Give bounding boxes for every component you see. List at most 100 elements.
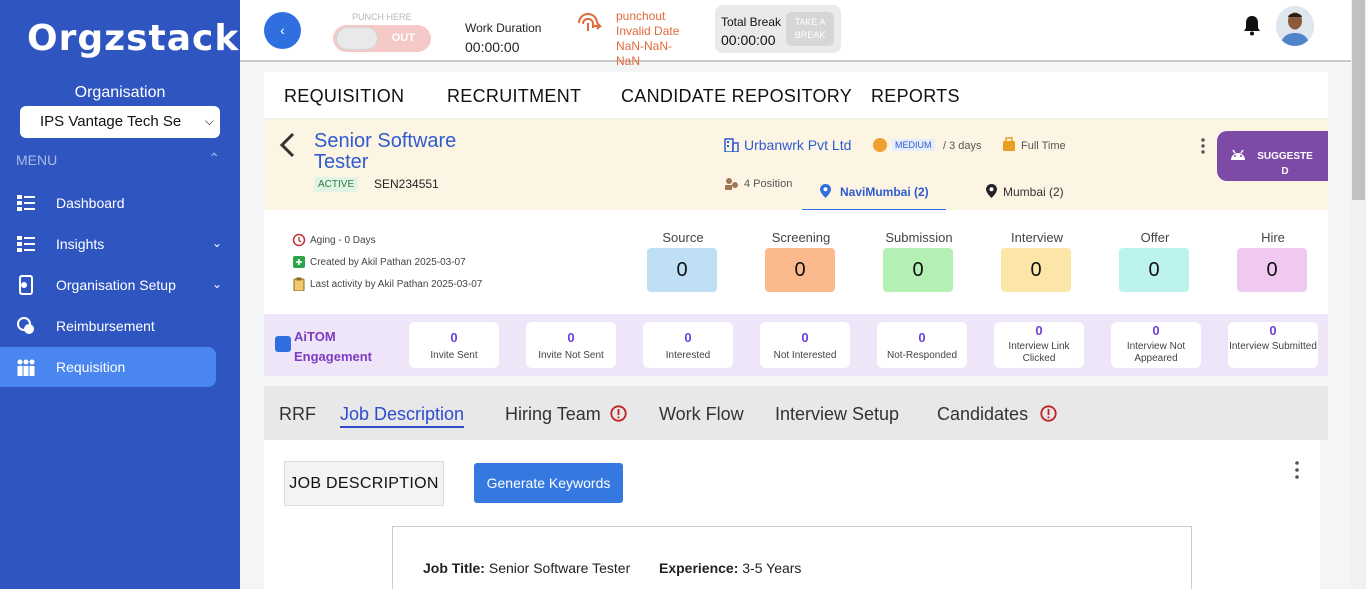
sidebar-item-label: Organisation Setup <box>56 277 176 293</box>
menu-header[interactable]: MENU ⌃ <box>16 150 224 168</box>
engagement-count: 0 <box>567 330 575 345</box>
engagement-card-not-interested[interactable]: 0 Not Interested <box>760 322 850 368</box>
tab-location-mumbai[interactable]: Mumbai (2) <box>982 175 1102 211</box>
stage-count: 0 <box>765 248 835 292</box>
stage-offer[interactable]: Offer 0 <box>1119 230 1191 292</box>
engagement-label: Not-Responded <box>886 350 958 361</box>
engagement-card-interview-link-clicked[interactable]: 0 Interview Link Clicked <box>994 322 1084 368</box>
engagement-card-interview-not-appeared[interactable]: 0 Interview Not Appeared <box>1111 322 1201 368</box>
stage-label: Offer <box>1140 230 1170 245</box>
more-options-icon[interactable] <box>1200 137 1206 155</box>
bell-icon[interactable] <box>1242 14 1262 36</box>
building-icon <box>724 138 739 152</box>
engagement-title: AiTOM Engagement <box>294 327 372 367</box>
more-options-icon[interactable] <box>1294 460 1300 480</box>
engagement-panel: AiTOM Engagement 0 Invite Sent 0 Invite No… <box>264 314 1328 376</box>
avatar[interactable] <box>1276 6 1314 46</box>
sub-tabs: RRF Job Description Hiring Team Work Flo… <box>264 386 1328 440</box>
nav-candidate-repository[interactable]: CANDIDATE REPOSITORY <box>621 86 852 107</box>
experience-field: Experience: 3-5 Years <box>659 560 801 576</box>
tab-job-description[interactable]: Job Description <box>340 404 465 428</box>
menu-label: MENU <box>16 152 58 168</box>
experience-label: Experience: <box>659 560 739 576</box>
chevron-up-icon: ⌃ <box>208 150 220 166</box>
punchout-info: punchout Invalid Date NaN-NaN- NaN <box>616 9 679 69</box>
tab-work-flow[interactable]: Work Flow <box>659 404 744 425</box>
requisition-icon <box>17 359 35 376</box>
sidebar: Orgzstack Organisation IPS Vantage Tech … <box>0 0 240 589</box>
sidebar-item-label: Requisition <box>56 359 126 375</box>
stage-interview[interactable]: Interview 0 <box>1001 230 1073 292</box>
take-a-break-button[interactable]: TAKE A BREAK <box>786 12 834 46</box>
created-text: Created by Akil Pathan 2025-03-07 <box>310 257 466 268</box>
clipboard-icon <box>293 277 305 291</box>
job-description-document: Job Title: Senior Software Tester Experi… <box>392 526 1192 589</box>
sidebar-item-label: Insights <box>56 236 105 252</box>
engagement-card-invite-not-sent[interactable]: 0 Invite Not Sent <box>526 322 616 368</box>
engagement-label: Interview Not Appeared <box>1126 341 1186 364</box>
map-pin-icon <box>986 184 997 198</box>
suggested-button[interactable]: SUGGESTE D <box>1217 131 1328 181</box>
tab-location-navimumbai[interactable]: NaviMumbai (2) <box>802 175 946 211</box>
sidebar-item-dashboard[interactable]: Dashboard <box>0 183 216 223</box>
tab-rrf[interactable]: RRF <box>279 404 316 425</box>
sidebar-item-reimbursement[interactable]: Reimbursement <box>0 306 216 346</box>
toggle-knob <box>336 27 378 50</box>
employment-type: Full Time <box>1021 140 1066 152</box>
job-description-button[interactable]: JOB DESCRIPTION <box>284 461 444 506</box>
engagement-card-interview-submitted[interactable]: 0 Interview Submitted <box>1228 322 1318 368</box>
briefcase-icon <box>1003 137 1015 151</box>
sidebar-item-label: Dashboard <box>56 195 125 211</box>
job-header: Senior Software Tester ACTIVE SEN234551 … <box>264 118 1328 211</box>
engagement-card-interested[interactable]: 0 Interested <box>643 322 733 368</box>
tab-interview-setup[interactable]: Interview Setup <box>775 404 899 425</box>
stage-label: Hire <box>1261 230 1285 245</box>
clock-icon <box>292 233 306 247</box>
stage-submission[interactable]: Submission 0 <box>883 230 955 292</box>
engagement-count: 0 <box>1035 323 1043 338</box>
engagement-card-invite-sent[interactable]: 0 Invite Sent <box>409 322 499 368</box>
scrollbar-thumb[interactable] <box>1352 0 1365 200</box>
stats-panel: Aging - 0 Days Created by Akil Pathan 20… <box>264 210 1328 314</box>
sidebar-item-requisition[interactable]: Requisition <box>0 347 216 387</box>
job-description-content: JOB DESCRIPTION Generate Keywords Job Ti… <box>264 440 1320 589</box>
chevron-down-icon: ⌄ <box>211 277 222 291</box>
brand-logo[interactable]: Orgzstack <box>27 18 239 59</box>
punch-toggle[interactable]: OUT <box>333 25 431 52</box>
take-break-label: BREAK <box>794 30 826 40</box>
collapse-sidebar-button[interactable]: ‹ <box>264 12 301 49</box>
engagement-label: Interested <box>665 350 711 361</box>
page-scrollbar[interactable] <box>1351 0 1366 589</box>
suggested-label: D <box>1281 166 1289 177</box>
engagement-title-line: Engagement <box>294 349 373 364</box>
stage-source[interactable]: Source 0 <box>647 230 719 292</box>
engagement-count: 0 <box>918 330 926 345</box>
job-title-label: Job Title: <box>423 560 485 576</box>
organisation-select-value: IPS Vantage Tech Se <box>40 113 182 130</box>
user-avatar-icon <box>1276 6 1314 46</box>
stage-label: Source <box>662 230 704 245</box>
tab-hiring-team[interactable]: Hiring Team <box>505 404 601 425</box>
experience-value: 3-5 Years <box>742 560 802 576</box>
punchout-date-line: NaN <box>616 54 641 68</box>
stage-hire[interactable]: Hire 0 <box>1237 230 1309 292</box>
organisation-setup-icon <box>19 275 33 295</box>
company-name[interactable]: Urbanwrk Pvt Ltd <box>744 137 851 153</box>
engagement-label: Not Interested <box>773 350 837 361</box>
location-label: Mumbai (2) <box>1003 185 1064 199</box>
nav-recruitment[interactable]: RECRUITMENT <box>447 86 581 107</box>
back-arrow-icon[interactable] <box>278 131 296 159</box>
sidebar-item-label: Reimbursement <box>56 318 155 334</box>
stage-screening[interactable]: Screening 0 <box>765 230 837 292</box>
nav-reports[interactable]: REPORTS <box>871 86 960 107</box>
sidebar-item-organisation-setup[interactable]: Organisation Setup ⌄ <box>0 265 222 305</box>
tab-candidates[interactable]: Candidates <box>937 404 1028 425</box>
generate-keywords-button[interactable]: Generate Keywords <box>474 463 623 503</box>
sidebar-item-insights[interactable]: Insights ⌄ <box>0 224 222 264</box>
nav-requisition[interactable]: REQUISITION <box>284 86 404 107</box>
engagement-count: 0 <box>1152 323 1160 338</box>
total-break-label: Total Break <box>721 15 782 29</box>
stage-count: 0 <box>883 248 953 292</box>
engagement-card-not-responded[interactable]: 0 Not-Responded <box>877 322 967 368</box>
organisation-select[interactable]: IPS Vantage Tech Se ⌵ <box>20 106 220 138</box>
